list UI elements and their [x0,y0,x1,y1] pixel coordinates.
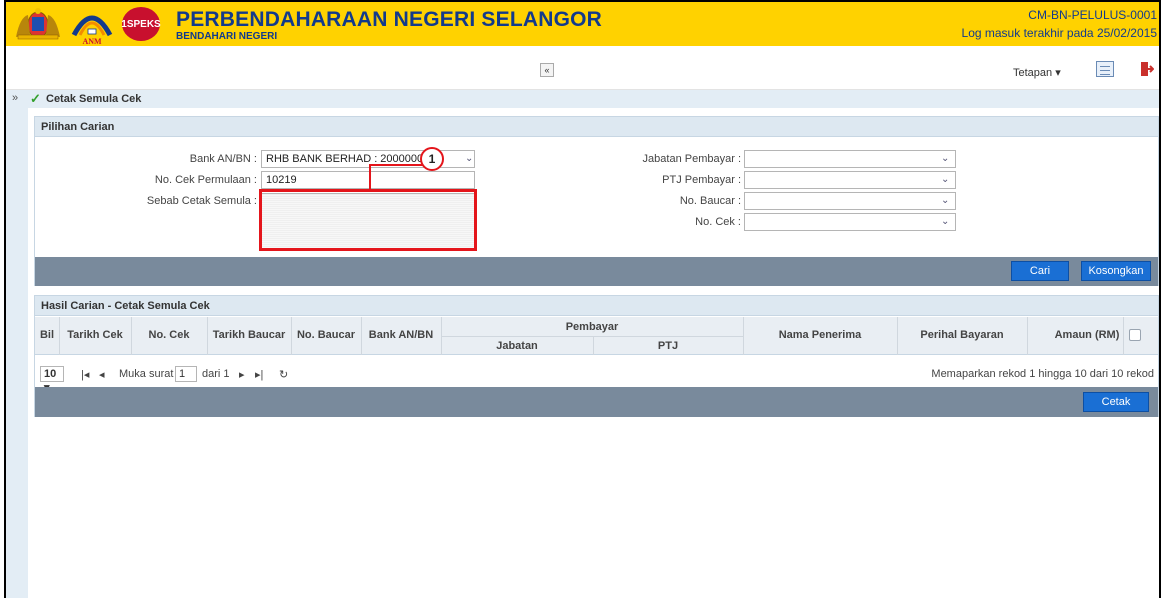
col-description[interactable]: Perihal Bayaran [897,329,1027,341]
results-table-header: Bil Tarikh Cek No. Cek Tarikh Baucar No.… [35,317,1158,355]
breadcrumb: » ✓ Cetak Semula Cek [6,90,1159,108]
col-cheque-date[interactable]: Tarikh Cek [59,329,131,341]
app-subtitle: BENDAHARI NEGERI [176,31,278,42]
payer-ptj-label: PTJ Pembayar : [662,174,741,186]
search-panel: Pilihan Carian Bank AN/BN : RHB BANK BER… [34,116,1159,286]
clear-button[interactable]: Kosongkan [1081,261,1151,281]
logout-icon[interactable] [1140,61,1154,77]
payer-dept-label: Jabatan Pembayar : [642,153,741,165]
search-button-bar: Cari Kosongkan [35,257,1158,286]
page-label: Muka surat [119,368,174,380]
payer-ptj-select[interactable] [744,171,956,189]
callout-line-horizontal [369,164,429,166]
highlight-box [259,189,477,251]
col-payer-group: Pembayar [565,321,619,333]
cheque-start-label: No. Cek Permulaan : [154,174,257,186]
voucher-no-label: No. Baucar : [679,195,741,207]
anm-logo: ANM [68,5,116,46]
list-view-icon[interactable] [1096,61,1114,77]
results-panel-title: Hasil Carian - Cetak Semula Cek [35,296,1158,316]
print-button[interactable]: Cetak [1083,392,1149,412]
expand-menu-button[interactable]: » [12,92,18,104]
col-bil[interactable]: Bil [35,329,59,341]
chevron-down-icon: ⌄ [941,216,950,227]
prev-page-button[interactable]: ◂ [99,368,105,381]
top-toolbar: « Tetapan ▾ [6,46,1159,90]
app-header: ANM 1SPEKS PERBENDAHARAAN NEGERI SELANGO… [6,2,1159,46]
voucher-no-select[interactable] [744,192,956,210]
bank-label: Bank AN/BN : [189,153,257,165]
anm-logo-text: ANM [82,37,102,45]
reprint-reason-label: Sebab Cetak Semula : [146,195,257,207]
page-total: dari 1 [202,368,230,380]
page-title: Cetak Semula Cek [46,93,142,105]
settings-menu[interactable]: Tetapan ▾ [1013,66,1061,79]
col-payer-ptj[interactable]: PTJ [593,340,743,352]
side-strip [6,108,28,598]
col-recipient[interactable]: Nama Penerima [743,329,897,341]
last-page-button[interactable]: ▸| [255,368,263,381]
record-summary: Memaparkan rekod 1 hingga 10 dari 10 rek… [931,368,1154,380]
results-panel: Hasil Carian - Cetak Semula Cek Bil Tari… [34,295,1159,417]
page-number-input[interactable]: 1 [175,366,197,382]
last-login-text: Log masuk terakhir pada 25/02/2015 [961,26,1157,40]
chevron-down-icon: ⌄ [941,153,950,164]
callout-marker: 1 [420,147,444,171]
payer-dept-select[interactable] [744,150,956,168]
refresh-icon[interactable]: ↻ [279,368,288,381]
callout-line [369,164,371,189]
chevron-down-icon: ⌄ [465,153,474,164]
cheque-no-label: No. Cek : [695,216,741,228]
search-button[interactable]: Cari [1011,261,1069,281]
chevron-down-icon: ⌄ [941,174,950,185]
state-crest-logo [16,8,60,40]
col-payer-dept[interactable]: Jabatan [441,340,593,352]
cheque-start-input[interactable]: 10219 [261,171,475,189]
col-bank[interactable]: Bank AN/BN [361,329,441,341]
print-button-bar: Cetak [35,387,1158,417]
page-size-select[interactable]: 10 ▾ [40,366,64,394]
search-panel-title: Pilihan Carian [35,117,1158,137]
collapse-header-button[interactable]: « [540,63,554,77]
col-voucher-no[interactable]: No. Baucar [291,329,361,341]
speks-logo: 1SPEKS [121,7,161,41]
chevron-down-icon: ⌄ [941,195,950,206]
col-cheque-no[interactable]: No. Cek [131,329,207,341]
pager: 10 ▾ |◂ ◂ Muka surat 1 dari 1 ▸ ▸| ↻ Mem… [35,364,1158,394]
user-id: CM-BN-PELULUS-0001 [1028,8,1157,22]
col-voucher-date[interactable]: Tarikh Baucar [207,329,291,341]
col-amount[interactable]: Amaun (RM) [1047,329,1127,341]
cheque-no-select[interactable] [744,213,956,231]
check-icon: ✓ [30,91,41,106]
app-title: PERBENDAHARAAN NEGERI SELANGOR [176,8,603,31]
first-page-button[interactable]: |◂ [81,368,89,381]
next-page-button[interactable]: ▸ [239,368,245,381]
select-all-checkbox[interactable] [1129,329,1141,341]
app-frame: ANM 1SPEKS PERBENDAHARAAN NEGERI SELANGO… [4,0,1161,598]
